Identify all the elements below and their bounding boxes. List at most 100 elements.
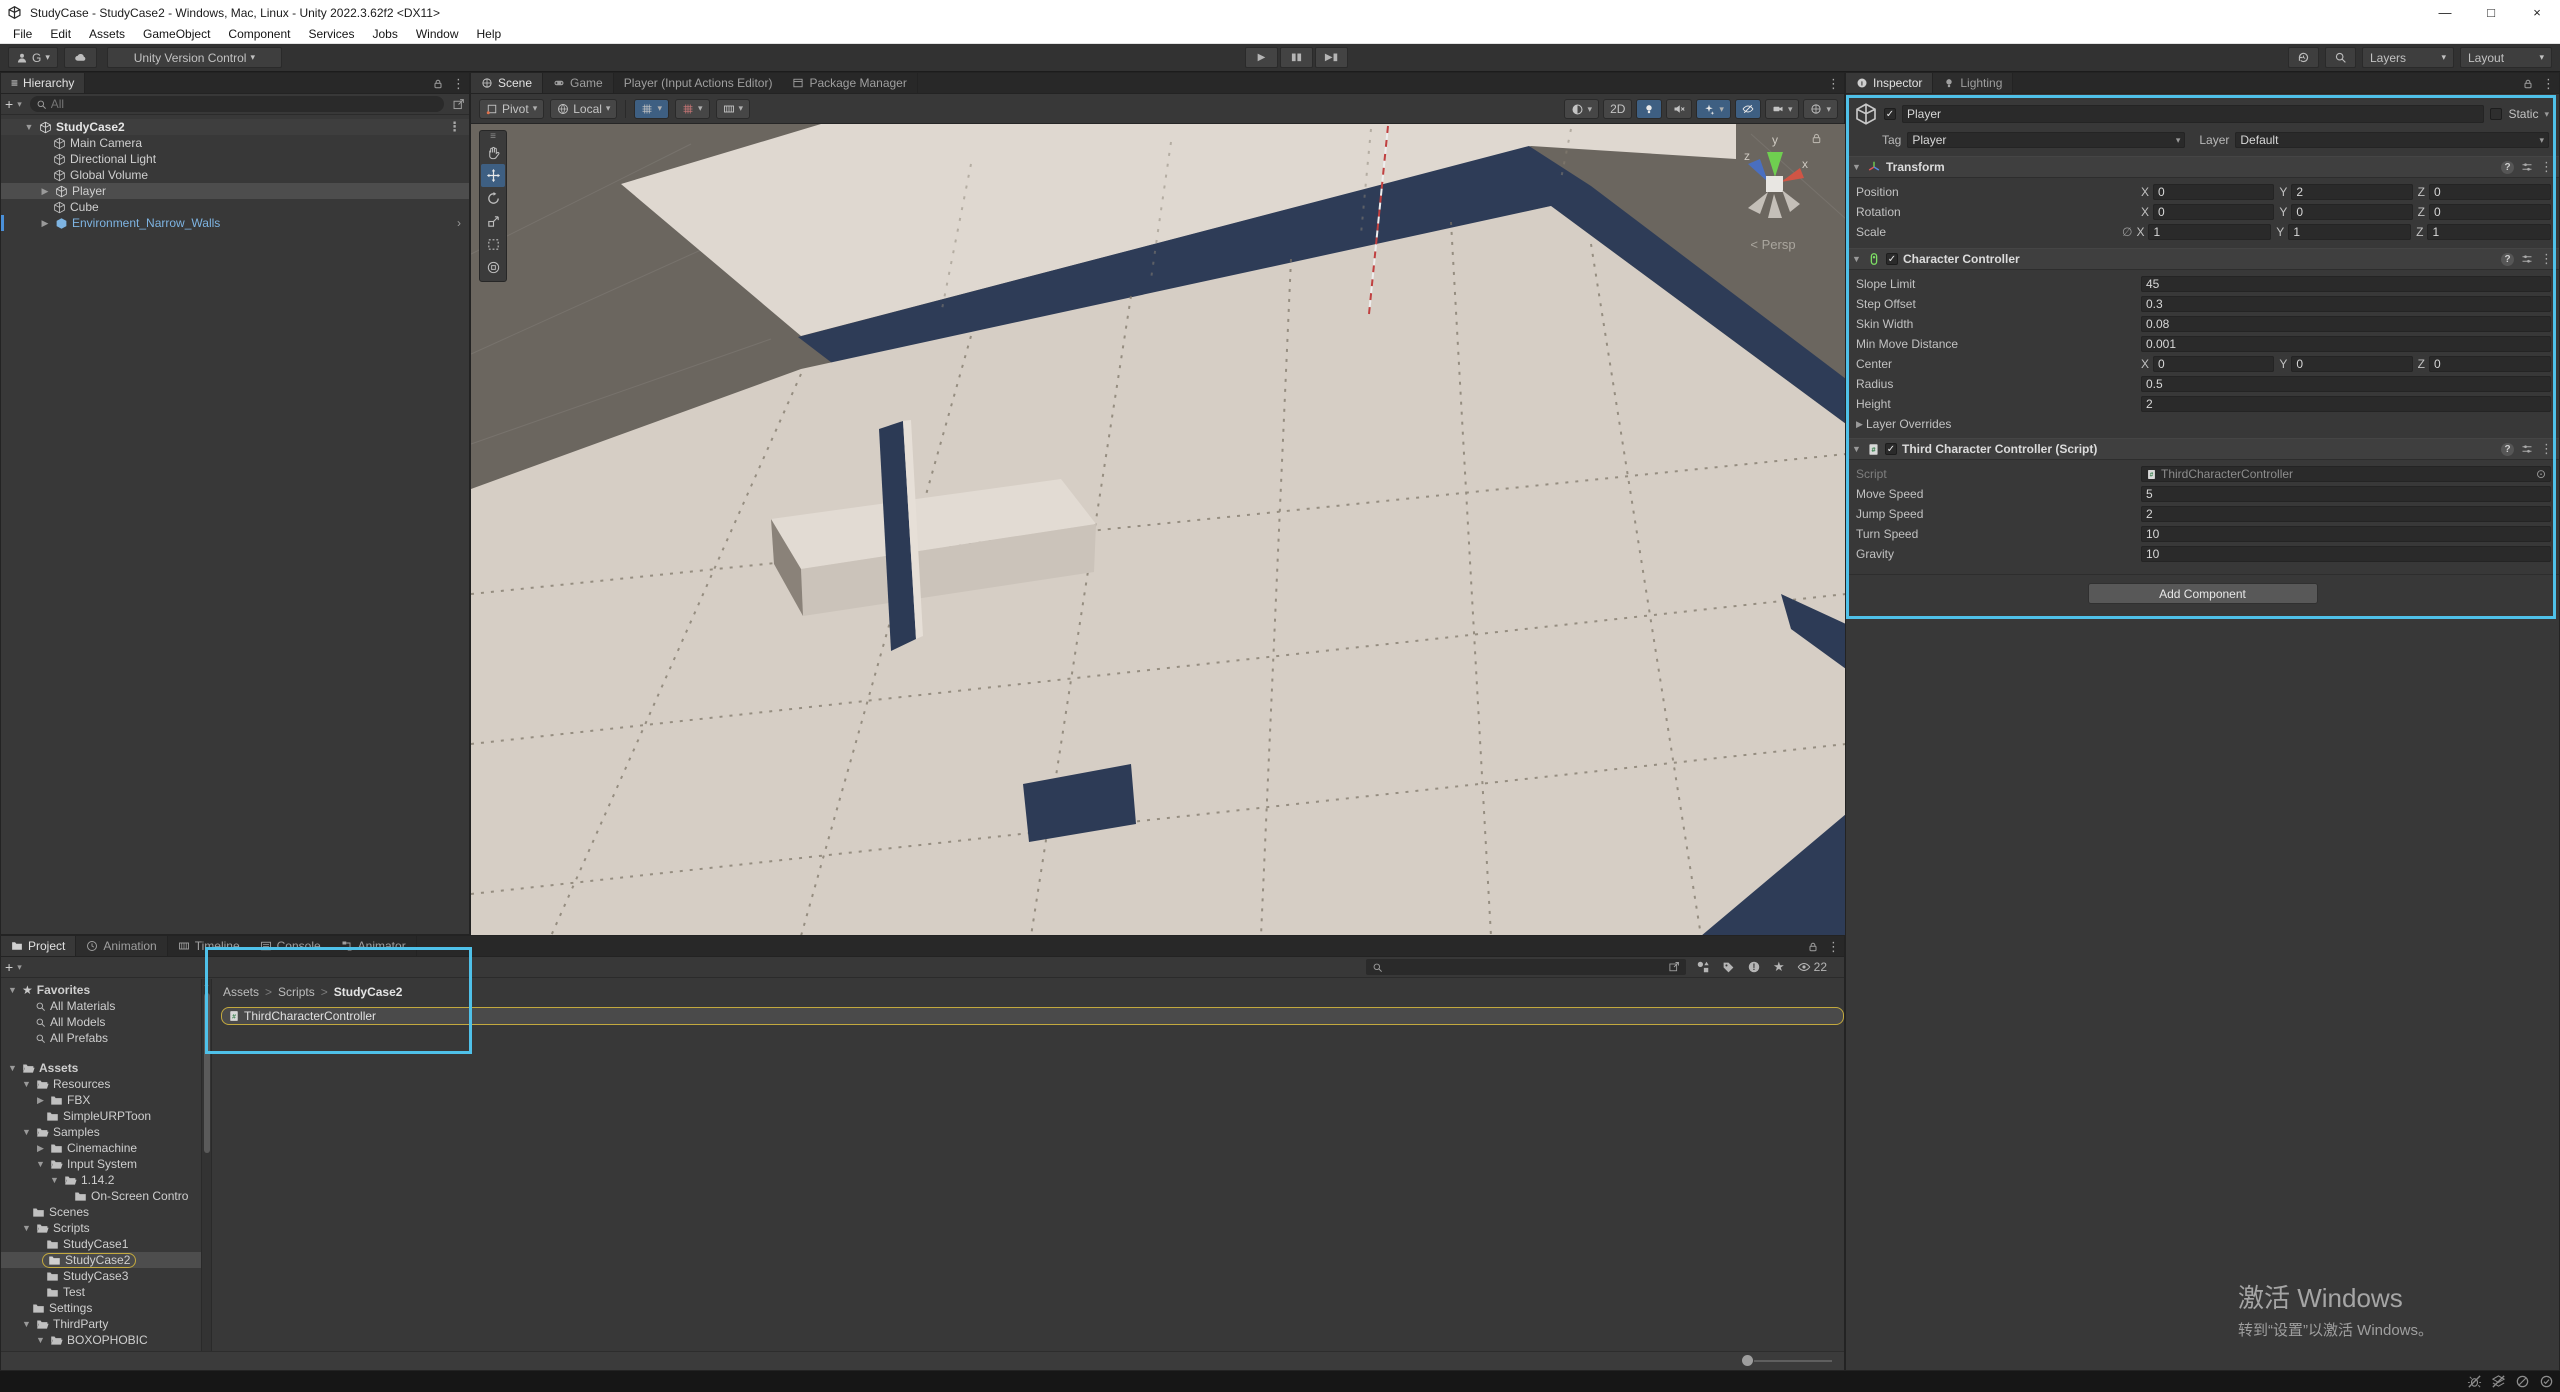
help-icon[interactable]: ? [2501, 253, 2514, 266]
kebab-menu-icon[interactable]: ⋮ [2540, 159, 2553, 175]
tab-console[interactable]: Console [250, 936, 331, 956]
pivot-toggle[interactable]: Pivot ▾ [479, 99, 544, 119]
tree-scenes[interactable]: Scenes [1, 1204, 201, 1220]
tree-settings[interactable]: Settings [1, 1300, 201, 1316]
cloud-button[interactable] [64, 47, 97, 68]
kebab-menu-icon[interactable]: ⋮ [2542, 76, 2555, 92]
caret-down-icon[interactable]: ▾ [17, 962, 22, 973]
layer-overrides-foldout[interactable]: ▶ Layer Overrides [1846, 414, 2559, 434]
tree-assets[interactable]: ▼Assets [1, 1060, 201, 1076]
component-enabled-checkbox[interactable]: ✓ [1886, 253, 1898, 265]
tab-input-actions[interactable]: Player (Input Actions Editor) [614, 73, 783, 93]
gizmo-center-cube[interactable] [1766, 176, 1783, 192]
project-search[interactable] [1366, 959, 1686, 975]
breadcrumb-scripts[interactable]: Scripts [278, 985, 315, 999]
foldout-closed-icon[interactable]: ▶ [39, 218, 51, 229]
lock-icon[interactable] [432, 78, 444, 90]
hand-tool[interactable] [481, 141, 505, 164]
scale-y-field[interactable]: 1 [2288, 224, 2411, 240]
script-component-header[interactable]: ▼ ✓ Third Character Controller (Script) … [1846, 438, 2559, 460]
transform-header[interactable]: ▼ Transform ? ⋮ [1846, 156, 2559, 178]
gameobject-name-field[interactable]: Player [1902, 105, 2484, 123]
rotation-z-field[interactable]: 0 [2429, 204, 2551, 220]
script-reference-field[interactable]: ThirdCharacterController ⊙ [2141, 466, 2551, 482]
scene-audio-toggle[interactable] [1666, 99, 1692, 119]
tree-on-screen-controls[interactable]: On-Screen Contro [1, 1188, 201, 1204]
hierarchy-item-environment[interactable]: ▶ Environment_Narrow_Walls › [1, 215, 469, 231]
presets-icon[interactable] [2521, 253, 2533, 265]
character-controller-header[interactable]: ▼ ✓ Character Controller ? ⋮ [1846, 248, 2559, 270]
static-flags-caret[interactable]: ▾ [2544, 109, 2549, 120]
kebab-menu-icon[interactable]: ⋮ [448, 119, 461, 135]
height-field[interactable]: 2 [2141, 396, 2551, 412]
hierarchy-item-directional-light[interactable]: Directional Light [1, 151, 469, 167]
y-axis-cone[interactable] [1767, 152, 1783, 177]
project-search-input[interactable] [1387, 960, 1664, 974]
orientation-gizmo[interactable]: y z x < Persp [1718, 132, 1828, 262]
tree-scripts[interactable]: ▼Scripts [1, 1220, 201, 1236]
cache-server-disabled-icon[interactable] [2491, 1374, 2506, 1389]
tab-package-manager[interactable]: Package Manager [782, 73, 917, 93]
gizmo-gray-cone[interactable] [1782, 190, 1800, 212]
drag-handle[interactable]: ≡ [490, 133, 496, 141]
favorite-all-materials[interactable]: All Materials [1, 998, 201, 1014]
move-tool[interactable] [481, 164, 505, 187]
tree-test[interactable]: Test [1, 1284, 201, 1300]
prefab-open-chevron[interactable]: › [457, 216, 461, 230]
favorites-foldout[interactable]: ▼ ★ Favorites [1, 982, 201, 998]
slider-knob[interactable] [1742, 1355, 1753, 1366]
tree-cinemachine[interactable]: ▶Cinemachine [1, 1140, 201, 1156]
2d-toggle[interactable]: 2D [1603, 99, 1632, 119]
kebab-menu-icon[interactable]: ⋮ [2540, 251, 2553, 267]
position-y-field[interactable]: 2 [2291, 184, 2412, 200]
lock-icon[interactable] [2522, 78, 2534, 90]
skin-width-field[interactable]: 0.08 [2141, 316, 2551, 332]
kebab-menu-icon[interactable]: ⋮ [2540, 441, 2553, 457]
close-button[interactable]: × [2514, 0, 2560, 25]
tree-studycase2-selected[interactable]: StudyCase2 [1, 1252, 201, 1268]
favorite-all-prefabs[interactable]: All Prefabs [1, 1030, 201, 1046]
layout-dropdown[interactable]: Layout ▾ [2460, 47, 2552, 68]
local-toggle[interactable]: Local ▾ [550, 99, 617, 119]
scale-tool[interactable] [481, 210, 505, 233]
hidden-packages-icon[interactable] [1747, 960, 1761, 974]
gravity-field[interactable]: 10 [2141, 546, 2551, 562]
global-search-button[interactable] [2325, 47, 2356, 68]
tab-animator[interactable]: Animator [331, 936, 417, 956]
hidden-count[interactable]: 22 [1797, 960, 1827, 974]
grid-snap-button[interactable]: ▾ [634, 99, 669, 119]
active-checkbox[interactable]: ✓ [1884, 108, 1896, 120]
tree-thirdparty[interactable]: ▼ThirdParty [1, 1316, 201, 1332]
z-axis-cone[interactable] [1748, 159, 1768, 182]
kebab-menu-icon[interactable]: ⋮ [452, 76, 465, 92]
effects-dropdown[interactable]: ▾ [1696, 99, 1731, 119]
tab-animation[interactable]: Animation [76, 936, 167, 956]
tree-samples[interactable]: ▼Samples [1, 1124, 201, 1140]
slope-limit-field[interactable]: 45 [2141, 276, 2551, 292]
menu-jobs[interactable]: Jobs [363, 27, 406, 41]
kebab-menu-icon[interactable]: ⋮ [1827, 76, 1840, 92]
tree-resources[interactable]: ▼Resources [1, 1076, 201, 1092]
create-button[interactable]: + [5, 96, 13, 112]
help-icon[interactable]: ? [2501, 161, 2514, 174]
minimize-button[interactable]: — [2422, 0, 2468, 25]
presets-icon[interactable] [2521, 161, 2533, 173]
scrollbar-handle[interactable] [204, 993, 210, 1153]
tree-1-14-2[interactable]: ▼1.14.2 [1, 1172, 201, 1188]
center-y-field[interactable]: 0 [2291, 356, 2412, 372]
tree-studycase3[interactable]: StudyCase3 [1, 1268, 201, 1284]
scene-canvas[interactable] [471, 124, 1846, 936]
selected-script-item[interactable]: ThirdCharacterController [221, 1007, 1844, 1025]
object-picker-icon[interactable]: ⊙ [2536, 467, 2546, 481]
foldout-closed-icon[interactable]: ▶ [39, 186, 51, 197]
scroll-up-arrow[interactable]: ▲ [203, 981, 210, 988]
rect-tool[interactable] [481, 233, 505, 256]
tab-game[interactable]: Game [543, 73, 614, 93]
open-new-window-icon[interactable] [1668, 961, 1680, 973]
gizmo-gray-cone[interactable] [1768, 194, 1782, 218]
gizmo-gray-cone[interactable] [1748, 192, 1768, 214]
add-component-button[interactable]: Add Component [2088, 583, 2318, 604]
tab-lighting[interactable]: Lighting [1933, 73, 2013, 93]
component-enabled-checkbox[interactable]: ✓ [1885, 443, 1897, 455]
static-checkbox[interactable] [2490, 108, 2502, 120]
